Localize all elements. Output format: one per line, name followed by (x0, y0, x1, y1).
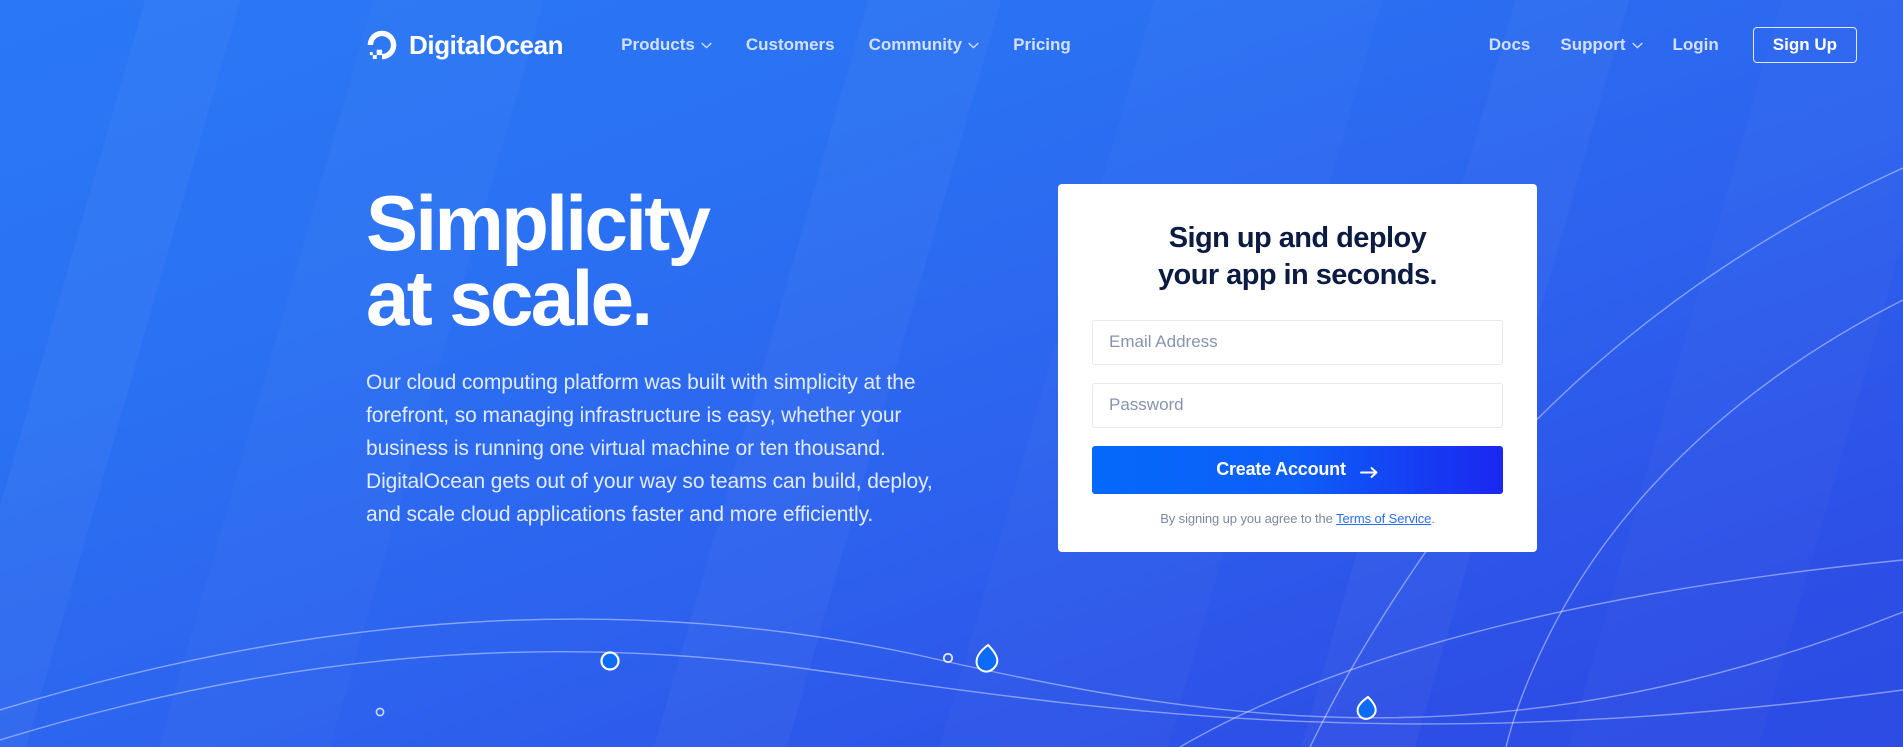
terms-prefix: By signing up you agree to the (1160, 510, 1337, 526)
digitalocean-logo-icon (367, 30, 397, 60)
site-header: DigitalOcean Products Customers Communit… (0, 0, 1903, 90)
nav-item-label: Login (1672, 35, 1719, 54)
nav-item-label: Customers (745, 35, 835, 54)
brand-logo-link[interactable]: DigitalOcean (365, 28, 564, 62)
nav-item-label: Support (1560, 35, 1626, 54)
primary-navigation: Products Customers Community Pricing (621, 35, 1071, 55)
wave-node-group (375, 643, 1377, 720)
nav-item-customers[interactable]: Customers (746, 35, 835, 55)
nav-item-label: Products (621, 35, 695, 54)
nav-item-label: Docs (1488, 35, 1531, 54)
nav-item-pricing[interactable]: Pricing (1013, 35, 1071, 55)
nav-item-label: Pricing (1013, 35, 1071, 54)
terms-notice: By signing up you agree to the Terms of … (1092, 511, 1503, 526)
nav-item-docs[interactable]: Docs (1489, 35, 1531, 55)
page-title: Simplicity at scale. (366, 179, 956, 342)
nav-item-login[interactable]: Login (1673, 35, 1719, 55)
chevron-down-icon (1631, 42, 1643, 49)
brand-name: DigitalOcean (409, 29, 564, 60)
nav-item-community[interactable]: Community (869, 35, 980, 55)
create-account-label: Create Account (1216, 459, 1346, 480)
chevron-down-icon (701, 42, 712, 49)
background-streak (0, 0, 283, 747)
hero-title-line-1: Simplicity (366, 179, 711, 267)
signup-card-title-line-2: your app in seconds. (1157, 258, 1438, 291)
signup-card: Sign up and deploy your app in seconds. … (1058, 184, 1537, 552)
signup-card-title-line-1: Sign up and deploy (1168, 222, 1427, 254)
arrow-right-icon (1359, 463, 1379, 479)
nav-item-label: Community (868, 35, 963, 54)
hero-paragraph: Our cloud computing platform was built w… (366, 370, 933, 527)
hero-copy: Simplicity at scale. Our cloud computing… (366, 179, 956, 532)
nav-item-products[interactable]: Products (621, 35, 712, 55)
terms-of-service-link[interactable]: Terms of Service (1336, 511, 1431, 526)
password-field[interactable] (1092, 382, 1503, 428)
terms-suffix: . (1431, 510, 1435, 526)
signup-card-title: Sign up and deploy your app in seconds. (1092, 220, 1503, 294)
email-field[interactable] (1092, 319, 1503, 365)
nav-item-support[interactable]: Support (1560, 35, 1643, 55)
sign-up-button[interactable]: Sign Up (1752, 27, 1857, 63)
secondary-navigation: Docs Support Login Sign Up (1489, 27, 1857, 63)
hero-title-line-2: at scale. (366, 253, 653, 342)
create-account-button[interactable]: Create Account (1092, 445, 1503, 494)
background-streak (1525, 0, 1903, 747)
chevron-down-icon (968, 42, 979, 49)
